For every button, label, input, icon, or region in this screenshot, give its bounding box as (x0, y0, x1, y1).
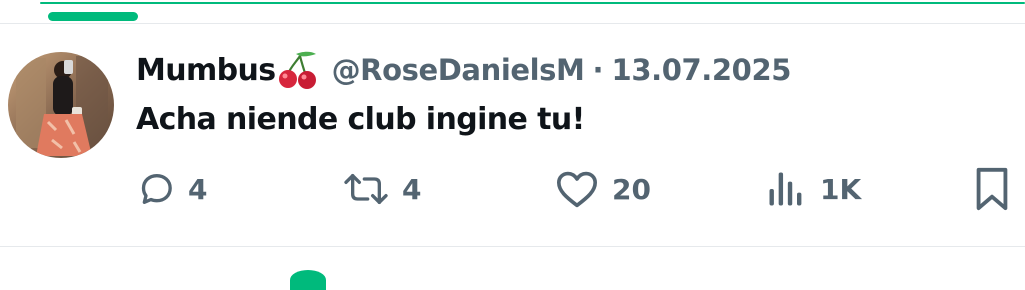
views-count: 1K (820, 172, 862, 206)
repost-count: 4 (402, 172, 422, 206)
avatar[interactable] (8, 52, 114, 158)
like-count: 20 (612, 172, 651, 206)
repost-icon (342, 169, 390, 209)
reply-count: 4 (188, 172, 208, 206)
post-divider (0, 246, 1025, 247)
user-handle[interactable]: @RoseDanielsM (332, 53, 585, 87)
next-post-peek (290, 270, 326, 290)
reply-icon (136, 169, 176, 209)
accent-line (40, 2, 1025, 4)
views-button[interactable]: 1K (764, 166, 861, 212)
display-name[interactable]: Mumbus (136, 53, 276, 88)
bookmark-button[interactable] (972, 166, 1012, 212)
repost-button[interactable]: 4 (342, 166, 421, 212)
previous-post-edge (0, 0, 1025, 24)
tab-indicator (48, 12, 138, 21)
separator-dot: · (592, 53, 604, 87)
post-date[interactable]: 13.07.2025 (612, 53, 792, 87)
avatar-image (8, 52, 114, 158)
like-button[interactable]: 20 (554, 166, 651, 212)
views-icon (764, 167, 808, 211)
post-text: Acha niende club ingine tu! (136, 102, 585, 137)
heart-icon (554, 169, 600, 209)
post-header: Mumbus @RoseDanielsM · 13.07.2025 (136, 50, 791, 90)
cherry-icon (276, 50, 320, 90)
reply-button[interactable]: 4 (136, 166, 207, 212)
bookmark-icon (972, 166, 1012, 212)
